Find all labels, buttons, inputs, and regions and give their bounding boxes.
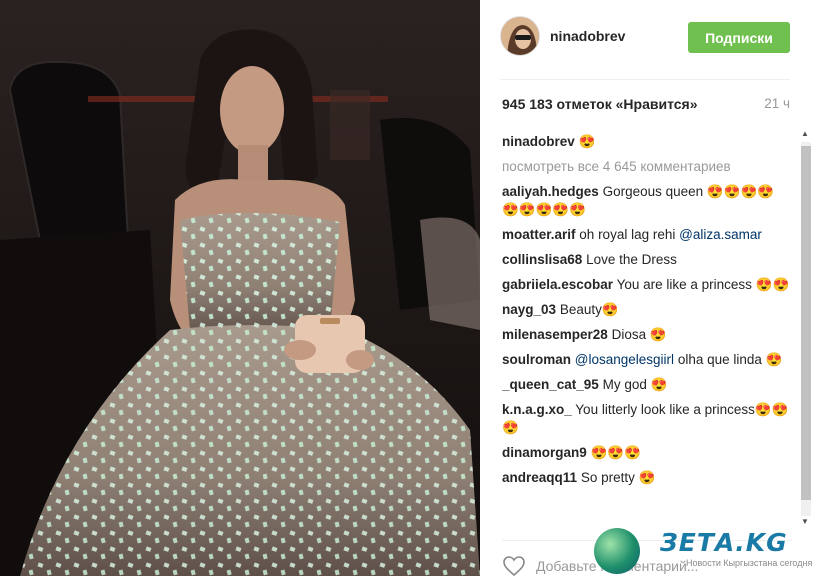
comment-username[interactable]: andreaqq11: [502, 470, 577, 485]
post-photo[interactable]: [0, 0, 480, 576]
comment-text: My god 😍: [602, 377, 668, 392]
arrow-up-icon[interactable]: ▲: [798, 128, 812, 140]
post-username[interactable]: ninadobrev: [550, 28, 625, 44]
comment-text: Beauty😍: [559, 302, 619, 317]
comment-text: 😍😍😍: [590, 445, 641, 460]
comment-item: aaliyah.hedges Gorgeous queen 😍😍😍😍 😍😍😍😍😍: [502, 183, 792, 219]
comment-text: Love the Dress: [586, 252, 677, 267]
comment-item: soulroman @losangelesgiirl olha que lind…: [502, 351, 792, 369]
avatar-image: [501, 17, 539, 55]
comments-scrollbar[interactable]: ▲ ▼: [798, 128, 812, 530]
comment-username[interactable]: milenasemper28: [502, 327, 608, 342]
comment-username[interactable]: dinamorgan9: [502, 445, 587, 460]
scroll-thumb[interactable]: [801, 146, 811, 500]
comment-text: Diosa 😍: [611, 327, 667, 342]
comment-username[interactable]: nayg_03: [502, 302, 556, 317]
caption-text: 😍: [578, 134, 596, 149]
view-all-comments-link[interactable]: посмотреть все 4 645 комментариев: [502, 158, 792, 176]
comment-username[interactable]: _queen_cat_95: [502, 377, 599, 392]
post-header: ninadobrev Подписки: [500, 16, 790, 80]
comment-username[interactable]: soulroman: [502, 352, 571, 367]
comment-username[interactable]: k.n.a.g.xo_: [502, 402, 572, 417]
watermark-brand: ЗЕТА.KG: [660, 528, 788, 557]
comment-mention[interactable]: @losangelesgiirl: [575, 352, 674, 367]
comment-item: k.n.a.g.xo_ You litterly look like a pri…: [502, 401, 792, 437]
comment-item: andreaqq11 So pretty 😍: [502, 469, 792, 487]
comments-list[interactable]: ninadobrev 😍 посмотреть все 4 645 коммен…: [502, 133, 792, 529]
avatar[interactable]: [500, 16, 540, 56]
comment-item: milenasemper28 Diosa 😍: [502, 326, 792, 344]
comment-item: dinamorgan9 😍😍😍: [502, 444, 792, 462]
comment-username[interactable]: aaliyah.hedges: [502, 184, 599, 199]
globe-logo-icon: [594, 528, 640, 574]
comment-text: So pretty 😍: [580, 470, 656, 485]
comment-item: collinslisa68 Love the Dress: [502, 251, 792, 269]
comment-username[interactable]: collinslisa68: [502, 252, 582, 267]
comment-item: nayg_03 Beauty😍: [502, 301, 792, 319]
comment-mention[interactable]: @aliza.samar: [679, 227, 762, 242]
comment-item: moatter.arif oh royal lag rehi @aliza.sa…: [502, 226, 792, 244]
site-watermark: ЗЕТА.KG Новости Кыргызстана сегодня: [594, 524, 813, 576]
post-stats: 945 183 отметок «Нравится» 21 ч: [502, 96, 790, 116]
caption-username[interactable]: ninadobrev: [502, 134, 575, 149]
comment-item: _queen_cat_95 My god 😍: [502, 376, 792, 394]
likes-count[interactable]: 945 183 отметок «Нравится»: [502, 96, 698, 112]
comment-username[interactable]: gabriiela.escobar: [502, 277, 613, 292]
comment-item: gabriiela.escobar You are like a princes…: [502, 276, 792, 294]
photo-illustration: [0, 0, 480, 576]
comment-text: oh royal lag rehi: [579, 227, 676, 242]
comment-text: olha que linda 😍: [677, 352, 783, 367]
comment-username[interactable]: moatter.arif: [502, 227, 576, 242]
heart-icon[interactable]: [502, 555, 526, 576]
caption: ninadobrev 😍: [502, 133, 792, 151]
follow-button[interactable]: Подписки: [688, 22, 790, 53]
post-time[interactable]: 21 ч: [764, 96, 790, 111]
post-sidebar: ninadobrev Подписки 945 183 отметок «Нра…: [480, 0, 813, 576]
watermark-tagline: Новости Кыргызстана сегодня: [686, 558, 813, 568]
comment-text: You are like a princess 😍😍: [616, 277, 790, 292]
